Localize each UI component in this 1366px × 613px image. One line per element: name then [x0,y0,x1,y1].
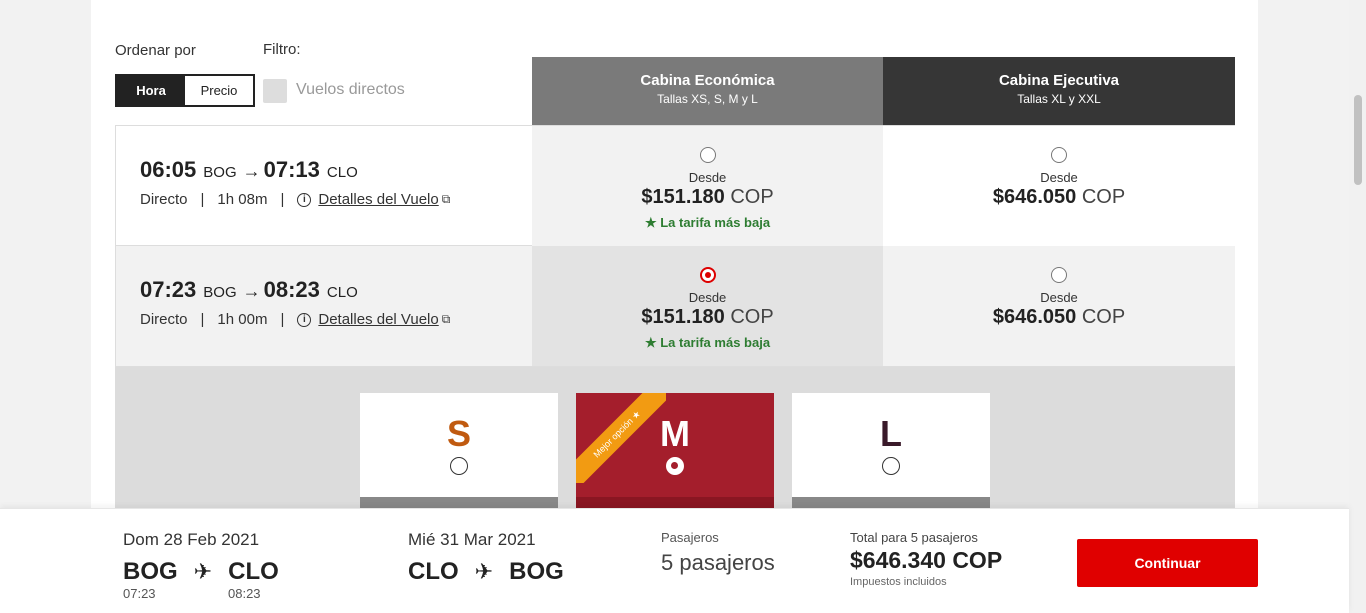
outbound-summary: Dom 28 Feb 2021 BOG ✈ CLO 07:23 08:23 [123,530,279,601]
fare-currency: COP [1081,306,1126,328]
origin-code: CLO [408,558,459,585]
departure-airport: BOG [203,284,237,301]
flight-info: 07:23 BOG → 08:23 CLO Directo | 1h 00m |… [140,277,450,328]
continue-button[interactable]: Continuar [1077,539,1258,587]
divider: | [280,311,285,328]
cabin-title: Cabina Económica [640,72,775,89]
arrow-right-icon: → [242,281,261,301]
arrival-airport: CLO [326,164,358,181]
arrival-time: 08:23 [263,277,320,302]
return-summary: Mié 31 Mar 2021 CLO ✈ BOG [408,530,564,586]
info-icon: i [297,312,312,327]
departure-time: 07:23 [140,277,197,302]
total-amount: $646.340 COP [850,547,1003,573]
divider: | [280,191,285,208]
filter-label: Filtro: [263,41,301,58]
passengers-value: 5 pasajeros [661,550,775,575]
fare-radio[interactable] [1051,147,1067,163]
flight-duration: 1h 08m [217,191,268,208]
divider: | [200,191,205,208]
sort-toggle: Hora Precio [115,74,255,107]
cabin-title: Cabina Ejecutiva [998,72,1120,89]
flight-details-link[interactable]: Detalles del Vuelo [318,191,438,208]
fare-currency: COP [1081,186,1126,208]
lowest-fare-badge: ★ La tarifa más baja [644,215,771,230]
size-radio[interactable] [450,457,468,475]
fare-radio[interactable] [1051,267,1067,283]
info-icon: i [297,192,312,207]
best-option-label: Mejor opción ★ [576,393,666,483]
passengers-summary: Pasajeros 5 pasajeros [661,530,775,576]
fare-from-label: Desde [688,170,727,185]
executive-fare-option[interactable]: Desde $646.050 COP [883,246,1235,366]
size-radio[interactable] [882,457,900,475]
fare-radio[interactable] [699,147,716,163]
cabin-subtitle: Tallas XS, S, M y L [657,92,758,106]
fare-from-label: Desde [1040,170,1078,185]
departure-airport: BOG [203,164,237,181]
size-radio-selected[interactable] [666,457,684,475]
economy-fare-option[interactable]: Desde $151.180 COP ★ La tarifa más baja [532,126,883,246]
fare-price: $646.050 [992,306,1077,328]
economy-fare-option[interactable]: Desde $151.180 COP ★ La tarifa más baja [532,246,883,366]
direct-flights-label[interactable]: Vuelos directos [296,81,405,99]
arrow-right-icon: → [242,161,261,181]
total-summary: Total para 5 pasajeros $646.340 COP Impu… [850,530,1002,588]
direct-flights-checkbox[interactable] [263,79,287,103]
airplane-icon: ✈ [193,559,213,584]
fare-price: $151.180 [641,306,725,328]
size-option-s[interactable]: S [360,393,558,513]
sort-by-time-button[interactable]: Hora [117,76,185,105]
sort-label: Ordenar por [115,42,196,59]
fare-currency: COP [730,306,774,328]
return-date: Mié 31 Mar 2021 [408,530,536,549]
flight-type: Directo [140,311,188,328]
size-letter: L [880,413,902,454]
executive-fare-option[interactable]: Desde $646.050 COP [883,126,1235,246]
flight-duration: 1h 00m [217,311,268,328]
airplane-icon: ✈ [474,559,494,584]
flight-type: Directo [140,191,188,208]
size-selection-panel: S Mejor opción ★ M L [115,367,1235,513]
booking-summary-bar: Dom 28 Feb 2021 BOG ✈ CLO 07:23 08:23 Mi… [0,508,1349,613]
departure-hour: 07:23 [123,586,156,601]
arrival-hour: 08:23 [228,586,261,601]
destination-code: BOG [509,558,564,585]
total-label: Total para 5 pasajeros [850,530,978,545]
origin-code: BOG [123,558,178,585]
flight-row: 06:05 BOG → 07:13 CLO Directo | 1h 08m |… [115,125,1235,246]
fare-from-label: Desde [688,290,727,305]
destination-code: CLO [228,558,279,585]
executive-cabin-header: Cabina Ejecutiva Tallas XL y XXL [883,57,1235,126]
best-option-ribbon: Mejor opción ★ [576,393,666,483]
cabin-subtitle: Tallas XL y XXL [1017,92,1101,106]
scrollbar[interactable] [1349,0,1366,613]
fare-price: $646.050 [992,186,1077,208]
outbound-date: Dom 28 Feb 2021 [123,530,260,549]
sort-by-price-button[interactable]: Precio [185,76,253,105]
flight-row: 07:23 BOG → 08:23 CLO Directo | 1h 00m |… [115,246,1235,367]
external-link-icon: ⧉ [441,192,451,206]
divider: | [200,311,205,328]
fare-price: $151.180 [641,186,725,208]
external-link-icon: ⧉ [441,312,451,326]
size-option-l[interactable]: L [792,393,990,513]
tax-note: Impuestos incluidos [850,576,947,588]
passengers-label: Pasajeros [661,530,719,545]
lowest-fare-badge: ★ La tarifa más baja [644,335,771,350]
departure-time: 06:05 [140,157,197,182]
size-letter: S [446,413,471,454]
arrival-time: 07:13 [263,157,320,182]
economy-cabin-header: Cabina Económica Tallas XS, S, M y L [532,57,883,126]
arrival-airport: CLO [326,284,358,301]
size-option-m[interactable]: Mejor opción ★ M [576,393,774,513]
fare-radio-selected[interactable] [699,267,716,283]
fare-currency: COP [730,186,774,208]
flight-details-link[interactable]: Detalles del Vuelo [318,311,438,328]
scroll-thumb[interactable] [1354,95,1362,185]
fare-from-label: Desde [1040,290,1078,305]
flight-info: 06:05 BOG → 07:13 CLO Directo | 1h 08m |… [140,157,450,208]
